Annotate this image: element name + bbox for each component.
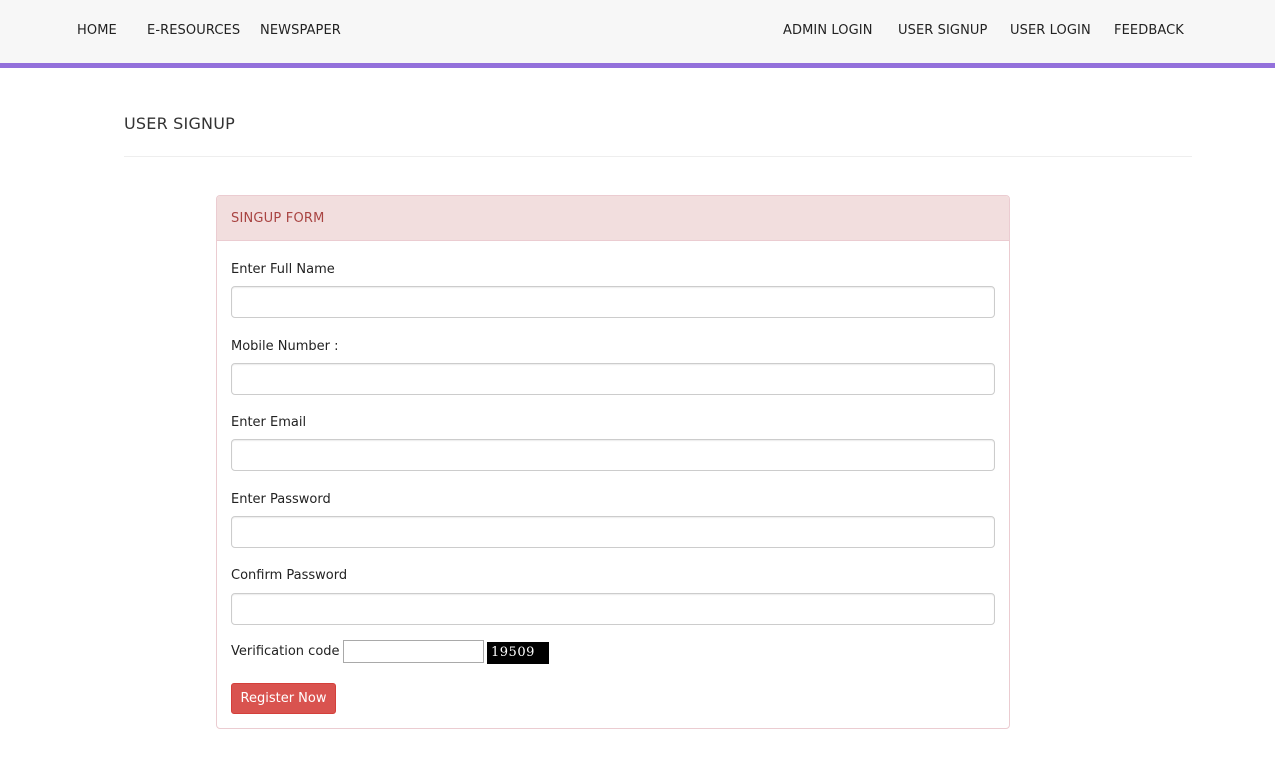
- register-now-button[interactable]: Register Now: [231, 683, 336, 714]
- nav-user-login-link[interactable]: USER LOGIN: [1010, 23, 1091, 38]
- nav-e-resources-link[interactable]: E-RESOURCES: [147, 23, 240, 38]
- email-label: Enter Email: [231, 415, 307, 430]
- signup-panel: SINGUP FORM Enter Full Name Mobile Numbe…: [216, 195, 1010, 729]
- full-name-input[interactable]: [231, 286, 995, 318]
- verification-code-label: Verification code :: [231, 644, 349, 659]
- nav-newspaper-link[interactable]: NEWSPAPER: [260, 23, 341, 38]
- panel-heading: SINGUP FORM: [217, 196, 1009, 241]
- full-name-label: Enter Full Name: [231, 262, 335, 277]
- page-title: USER SIGNUP: [124, 114, 235, 133]
- verification-code-input[interactable]: [343, 640, 484, 663]
- top-navbar: HOME E-RESOURCES NEWSPAPER ADMIN LOGIN U…: [0, 0, 1275, 68]
- nav-user-signup-link[interactable]: USER SIGNUP: [898, 23, 988, 38]
- page-divider: [124, 156, 1192, 157]
- password-label: Enter Password: [231, 492, 331, 507]
- mobile-number-label: Mobile Number :: [231, 339, 339, 354]
- confirm-password-label: Confirm Password: [231, 568, 348, 583]
- nav-home-link[interactable]: HOME: [77, 23, 117, 38]
- mobile-number-input[interactable]: [231, 363, 995, 395]
- nav-admin-login-link[interactable]: ADMIN LOGIN: [783, 23, 873, 38]
- nav-feedback-link[interactable]: FEEDBACK: [1114, 23, 1184, 38]
- password-input[interactable]: [231, 516, 995, 548]
- confirm-password-input[interactable]: [231, 593, 995, 625]
- email-input[interactable]: [231, 439, 995, 471]
- captcha-image: 19509: [487, 642, 549, 664]
